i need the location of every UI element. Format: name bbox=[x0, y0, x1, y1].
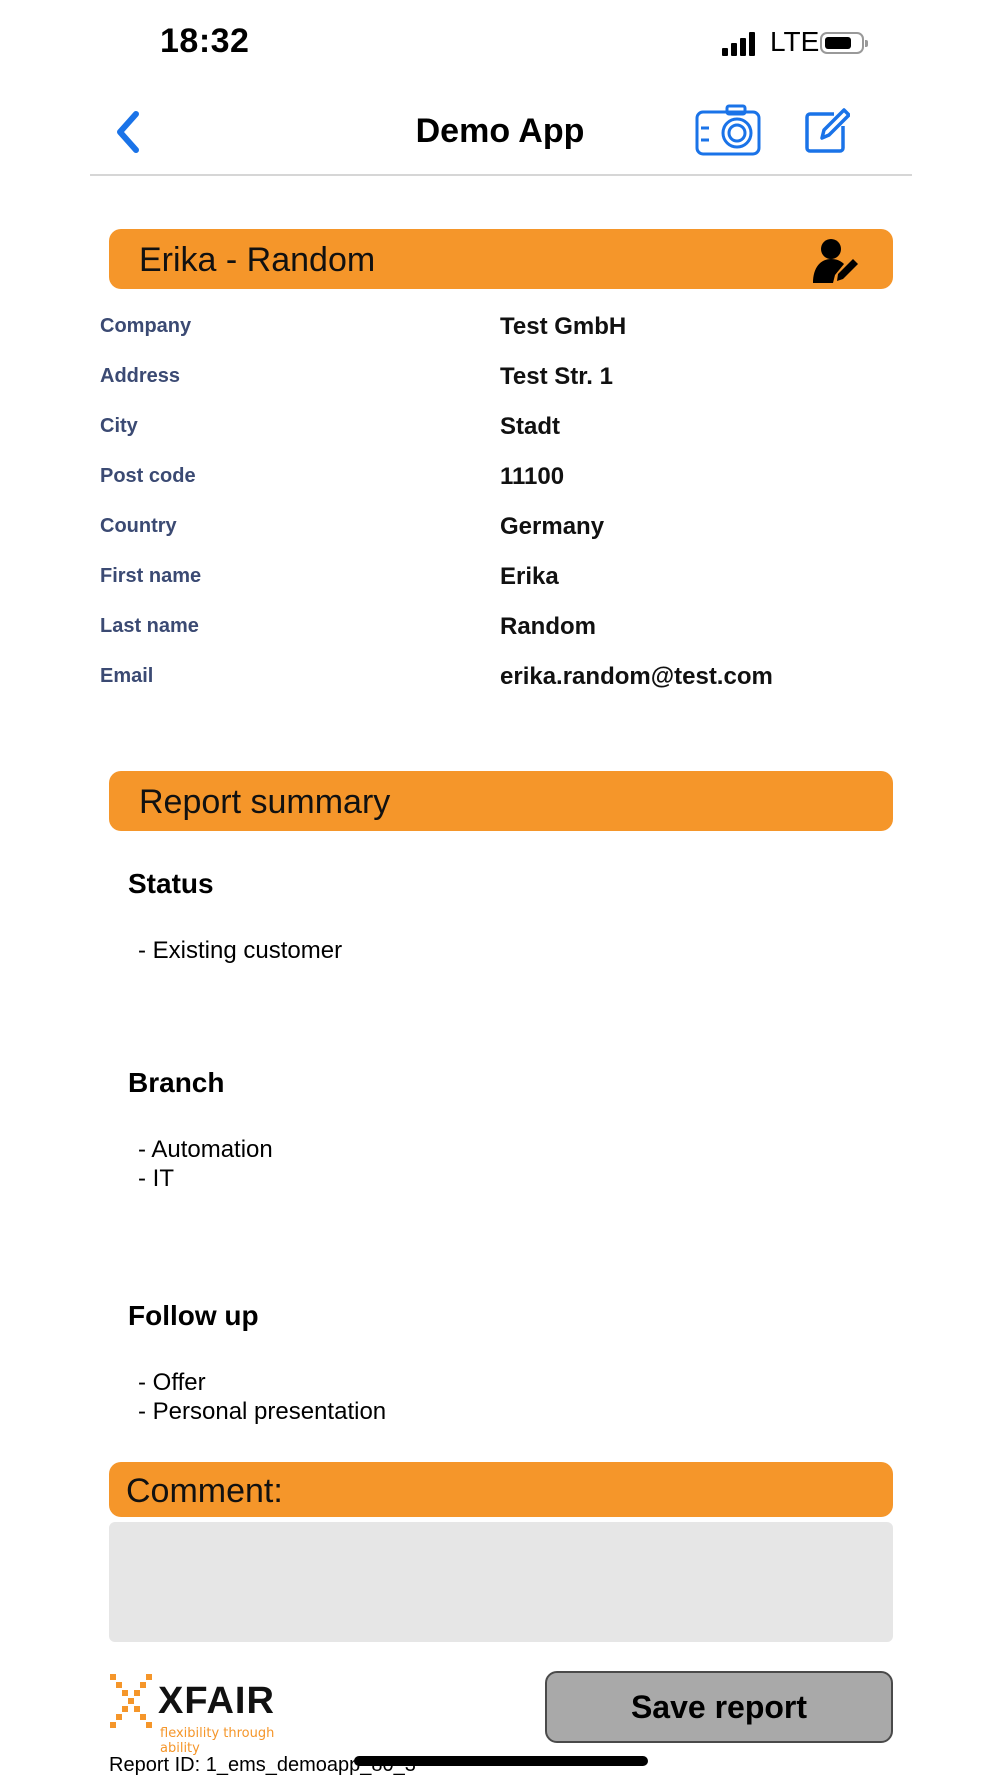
country-value: Germany bbox=[500, 513, 605, 540]
postcode-value: 11100 bbox=[500, 463, 565, 490]
camera-button[interactable] bbox=[695, 104, 761, 156]
postcode-label: Post code bbox=[100, 465, 196, 487]
contact-header: Erika - Random bbox=[109, 229, 893, 289]
logo-tagline: flexibility through ability bbox=[160, 1726, 275, 1756]
xfair-logo: XFAIR flexibility through ability bbox=[110, 1670, 310, 1756]
network-label: LTE bbox=[770, 26, 820, 57]
person-edit-icon[interactable] bbox=[811, 237, 859, 283]
status-item: - Existing customer bbox=[138, 937, 343, 964]
city-value: Stadt bbox=[500, 413, 560, 440]
lastname-value: Random bbox=[500, 613, 596, 640]
battery-icon bbox=[820, 32, 868, 54]
followup-item: - Personal presentation bbox=[138, 1398, 387, 1425]
country-label: Country bbox=[100, 515, 177, 537]
status-heading: Status bbox=[128, 868, 214, 899]
company-value: Test GmbH bbox=[500, 313, 627, 340]
company-label: Company bbox=[100, 315, 192, 337]
followup-heading: Follow up bbox=[128, 1300, 259, 1331]
comment-header: Comment: bbox=[109, 1462, 893, 1517]
email-label: Email bbox=[100, 665, 154, 687]
followup-item: - Offer bbox=[138, 1369, 206, 1396]
logo-text: XFAIR bbox=[158, 1680, 275, 1722]
page-title: Demo App bbox=[415, 112, 585, 150]
save-report-button[interactable]: Save report bbox=[545, 1671, 893, 1743]
status-time: 18:32 bbox=[160, 22, 250, 60]
summary-header: Report summary bbox=[109, 771, 893, 831]
camera-icon bbox=[695, 104, 761, 156]
address-label: Address bbox=[100, 365, 181, 387]
branch-item: - Automation bbox=[138, 1136, 273, 1163]
comment-field[interactable] bbox=[109, 1522, 893, 1642]
back-button[interactable] bbox=[110, 108, 146, 156]
address-value: Test Str. 1 bbox=[500, 363, 613, 390]
home-indicator bbox=[354, 1756, 648, 1766]
branch-item: - IT bbox=[138, 1165, 174, 1192]
email-value: erika.random@test.com bbox=[500, 663, 773, 690]
city-label: City bbox=[100, 415, 138, 437]
signal-icon bbox=[722, 30, 762, 56]
xfair-logo-icon bbox=[110, 1674, 152, 1728]
edit-icon bbox=[805, 108, 851, 153]
nav-divider bbox=[90, 174, 912, 176]
contact-header-title: Erika - Random bbox=[139, 241, 376, 279]
comment-header-title: Comment: bbox=[126, 1472, 283, 1510]
lastname-label: Last name bbox=[100, 615, 199, 637]
firstname-label: First name bbox=[100, 565, 202, 587]
summary-header-title: Report summary bbox=[139, 783, 391, 821]
firstname-value: Erika bbox=[500, 563, 559, 590]
back-chevron-icon bbox=[117, 111, 139, 153]
edit-button[interactable] bbox=[804, 106, 851, 154]
branch-heading: Branch bbox=[128, 1067, 225, 1098]
